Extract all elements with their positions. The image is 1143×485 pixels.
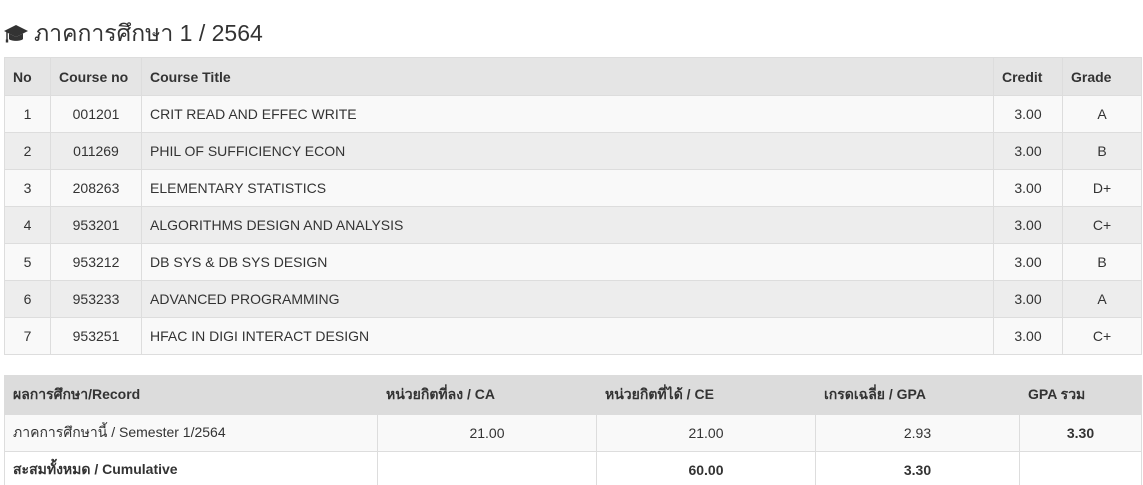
cumulative-label: สะสมทั้งหมด / Cumulative: [4, 451, 378, 485]
courses-table: No Course no Course Title Credit Grade 1…: [4, 57, 1142, 355]
cell-no: 7: [4, 317, 51, 355]
cell-no: 3: [4, 169, 51, 207]
cell-grade: B: [1062, 243, 1142, 281]
summary-header-row: ผลการศึกษา/Record หน่วยกิตที่ลง / CA หน่…: [4, 375, 1142, 415]
cell-course-title: PHIL OF SUFFICIENCY ECON: [141, 132, 994, 170]
cell-course-no: 953212: [50, 243, 142, 281]
cell-course-title: ALGORITHMS DESIGN AND ANALYSIS: [141, 206, 994, 244]
semester-ca: 21.00: [377, 414, 597, 452]
header-record: ผลการศึกษา/Record: [4, 375, 378, 415]
header-credit: Credit: [993, 57, 1063, 96]
cell-credit: 3.00: [993, 243, 1063, 281]
cell-course-title: CRIT READ AND EFFEC WRITE: [141, 95, 994, 133]
semester-ce: 21.00: [596, 414, 816, 452]
semester-label: ภาคการศึกษานี้ / Semester 1/2564: [4, 414, 378, 452]
cell-grade: C+: [1062, 317, 1142, 355]
semester-gpa: 2.93: [815, 414, 1020, 452]
cumulative-ce: 60.00: [596, 451, 816, 485]
cell-course-no: 953251: [50, 317, 142, 355]
header-ca: หน่วยกิตที่ลง / CA: [377, 375, 597, 415]
cell-credit: 3.00: [993, 206, 1063, 244]
header-course-title: Course Title: [141, 57, 994, 96]
cell-grade: C+: [1062, 206, 1142, 244]
cell-course-no: 953201: [50, 206, 142, 244]
header-ce: หน่วยกิตที่ได้ / CE: [596, 375, 816, 415]
cell-course-title: ADVANCED PROGRAMMING: [141, 280, 994, 318]
table-row: 3 208263 ELEMENTARY STATISTICS 3.00 D+: [4, 169, 1142, 207]
grade-report: ภาคการศึกษา 1 / 2564 No Course no Course…: [0, 0, 1143, 485]
cell-credit: 3.00: [993, 169, 1063, 207]
cell-course-no: 208263: [50, 169, 142, 207]
cumulative-summary-row: สะสมทั้งหมด / Cumulative 60.00 3.30: [4, 451, 1142, 485]
table-row: 5 953212 DB SYS & DB SYS DESIGN 3.00 B: [4, 243, 1142, 281]
cell-credit: 3.00: [993, 95, 1063, 133]
cell-no: 2: [4, 132, 51, 170]
table-row: 4 953201 ALGORITHMS DESIGN AND ANALYSIS …: [4, 206, 1142, 244]
semester-title: ภาคการศึกษา 1 / 2564: [34, 20, 263, 46]
table-row: 2 011269 PHIL OF SUFFICIENCY ECON 3.00 B: [4, 132, 1142, 170]
cumulative-gpa-total: [1019, 451, 1142, 485]
cell-course-no: 011269: [50, 132, 142, 170]
header-gpa-total: GPA รวม: [1019, 375, 1142, 415]
semester-summary-row: ภาคการศึกษานี้ / Semester 1/2564 21.00 2…: [4, 414, 1142, 452]
semester-heading: ภาคการศึกษา 1 / 2564: [4, 20, 263, 48]
cell-credit: 3.00: [993, 280, 1063, 318]
cell-no: 4: [4, 206, 51, 244]
cumulative-ca: [377, 451, 597, 485]
header-course-no: Course no: [50, 57, 142, 96]
table-row: 6 953233 ADVANCED PROGRAMMING 3.00 A: [4, 280, 1142, 318]
cell-course-title: DB SYS & DB SYS DESIGN: [141, 243, 994, 281]
cell-course-no: 953233: [50, 280, 142, 318]
cell-credit: 3.00: [993, 317, 1063, 355]
header-no: No: [4, 57, 51, 96]
header-gpa: เกรดเฉลี่ย / GPA: [815, 375, 1020, 415]
courses-header-row: No Course no Course Title Credit Grade: [4, 57, 1142, 96]
cell-grade: A: [1062, 95, 1142, 133]
cumulative-gpa: 3.30: [815, 451, 1020, 485]
cell-credit: 3.00: [993, 132, 1063, 170]
cell-no: 6: [4, 280, 51, 318]
cell-no: 5: [4, 243, 51, 281]
cell-course-title: ELEMENTARY STATISTICS: [141, 169, 994, 207]
cell-grade: B: [1062, 132, 1142, 170]
table-row: 7 953251 HFAC IN DIGI INTERACT DESIGN 3.…: [4, 317, 1142, 355]
cell-no: 1: [4, 95, 51, 133]
cell-course-no: 001201: [50, 95, 142, 133]
cell-grade: A: [1062, 280, 1142, 318]
graduation-cap-icon: [4, 25, 28, 43]
table-row: 1 001201 CRIT READ AND EFFEC WRITE 3.00 …: [4, 95, 1142, 133]
summary-table: ผลการศึกษา/Record หน่วยกิตที่ลง / CA หน่…: [4, 375, 1142, 485]
cell-grade: D+: [1062, 169, 1142, 207]
semester-gpa-total: 3.30: [1019, 414, 1142, 452]
cell-course-title: HFAC IN DIGI INTERACT DESIGN: [141, 317, 994, 355]
header-grade: Grade: [1062, 57, 1142, 96]
